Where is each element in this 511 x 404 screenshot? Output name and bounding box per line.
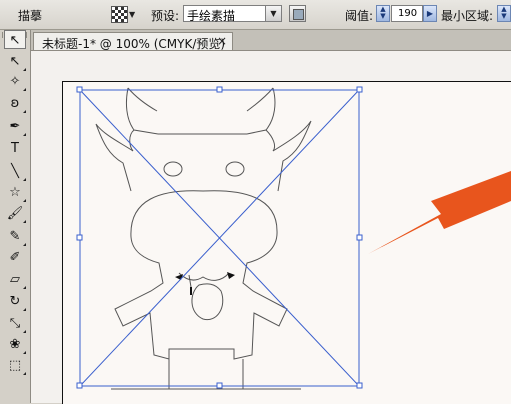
handle-bottom[interactable] bbox=[216, 382, 223, 389]
flyout-indicator-icon bbox=[23, 88, 26, 91]
blob-brush-tool[interactable]: ✐ bbox=[4, 248, 26, 267]
selection-tool[interactable]: ↖ bbox=[4, 30, 26, 49]
flyout-indicator-icon bbox=[23, 220, 26, 223]
traced-artwork[interactable] bbox=[31, 51, 511, 403]
scale-icon: ⤡ bbox=[9, 316, 21, 331]
flyout-indicator-icon bbox=[23, 330, 26, 333]
threshold-label: 阈值: bbox=[345, 9, 374, 23]
scale-tool[interactable]: ⤡ bbox=[4, 314, 26, 333]
pen-tool[interactable]: ✒ bbox=[4, 117, 26, 136]
flyout-indicator-icon bbox=[23, 133, 26, 136]
tool-name-label: 描摹 bbox=[18, 9, 43, 23]
flyout-indicator-icon bbox=[23, 110, 26, 113]
eraser-icon: ▱ bbox=[10, 272, 20, 287]
handle-top[interactable] bbox=[216, 86, 223, 93]
eraser-tool[interactable]: ▱ bbox=[4, 270, 26, 289]
handle-bottom-right[interactable] bbox=[356, 382, 363, 389]
magic-wand-icon: ✧ bbox=[9, 74, 21, 89]
free-transform-tool[interactable]: ⬚ bbox=[4, 356, 26, 375]
lasso-icon: ʚ bbox=[10, 96, 20, 111]
tracing-options-dropdown-icon[interactable]: ▼ bbox=[129, 10, 135, 19]
flyout-indicator-icon bbox=[23, 372, 26, 375]
pencil-icon: ✎ bbox=[9, 229, 21, 244]
warp-tool[interactable]: ❀ bbox=[4, 335, 26, 354]
lasso-tool[interactable]: ʚ bbox=[4, 94, 26, 113]
selection-icon: ↖ bbox=[9, 33, 21, 48]
preset-value: 手绘素描 bbox=[187, 9, 236, 23]
canvas-workspace[interactable] bbox=[31, 51, 511, 404]
preset-select[interactable]: 手绘素描 ▼ bbox=[183, 5, 282, 23]
min-area-label: 最小区域: bbox=[441, 9, 494, 23]
toolbox: ↖ ↖ ✧ ʚ ✒ T ╲ ☆ 🖌 ✎ ✐ ▱ ↻ ⤡ ❀ ⬚ bbox=[0, 30, 31, 403]
close-icon[interactable]: × bbox=[217, 34, 227, 48]
line-icon: ╲ bbox=[11, 164, 19, 179]
flyout-indicator-icon bbox=[23, 308, 26, 311]
document-tab-bar: 未标题-1* @ 100% (CMYK/预览) × bbox=[31, 30, 511, 51]
flyout-indicator-icon bbox=[23, 199, 26, 202]
brush-tool[interactable]: 🖌 bbox=[4, 204, 26, 223]
min-area-spinner[interactable]: ▲ ▼ bbox=[497, 5, 511, 22]
pen-icon: ✒ bbox=[9, 119, 21, 134]
brush-icon: 🖌 bbox=[6, 206, 24, 221]
direct-selection-icon: ↖ bbox=[9, 54, 21, 69]
tracing-options-dialog-button[interactable] bbox=[289, 5, 306, 22]
threshold-spinner[interactable]: ▲ ▼ bbox=[376, 5, 390, 22]
flyout-indicator-icon bbox=[23, 178, 26, 181]
line-tool[interactable]: ╲ bbox=[4, 162, 26, 181]
rotate-icon: ↻ bbox=[9, 294, 21, 309]
dialog-icon bbox=[293, 9, 304, 20]
handle-top-left[interactable] bbox=[76, 86, 83, 93]
annotation-arrow-icon bbox=[368, 171, 511, 254]
handle-bottom-left[interactable] bbox=[76, 382, 83, 389]
flyout-indicator-icon bbox=[23, 351, 26, 354]
handle-right[interactable] bbox=[356, 234, 363, 241]
cow-trace-paths bbox=[95, 87, 312, 390]
star-tool[interactable]: ☆ bbox=[4, 183, 26, 202]
warp-icon: ❀ bbox=[9, 337, 21, 352]
handle-left[interactable] bbox=[76, 234, 83, 241]
handle-top-right[interactable] bbox=[356, 86, 363, 93]
rotate-tool[interactable]: ↻ bbox=[4, 292, 26, 311]
pencil-tool[interactable]: ✎ bbox=[4, 227, 26, 246]
free-transform-icon: ⬚ bbox=[8, 358, 22, 373]
document-tab-title: 未标题-1* @ 100% (CMYK/预览) bbox=[42, 37, 226, 51]
magic-wand-tool[interactable]: ✧ bbox=[4, 72, 26, 91]
type-icon: T bbox=[11, 141, 19, 156]
star-icon: ☆ bbox=[9, 185, 21, 200]
chevron-down-icon[interactable]: ▼ bbox=[265, 6, 281, 21]
tracing-options-icon[interactable] bbox=[111, 6, 128, 23]
flyout-indicator-icon bbox=[23, 286, 26, 289]
control-bar: 描摹 ▼ 预设: 手绘素描 ▼ 阈值: ▲ ▼ 190 ▶ 最小区域: ▲ ▼ bbox=[0, 0, 511, 30]
flyout-indicator-icon bbox=[23, 68, 26, 71]
blob-brush-icon: ✐ bbox=[9, 250, 21, 265]
threshold-input[interactable]: 190 bbox=[391, 5, 423, 22]
type-tool[interactable]: T bbox=[4, 139, 26, 158]
flyout-indicator-icon bbox=[23, 243, 26, 246]
threshold-dropdown-button[interactable]: ▶ bbox=[423, 5, 437, 22]
document-tab[interactable]: 未标题-1* @ 100% (CMYK/预览) × bbox=[33, 32, 233, 51]
direct-selection-tool[interactable]: ↖ bbox=[4, 52, 26, 71]
preset-label: 预设: bbox=[151, 9, 180, 23]
